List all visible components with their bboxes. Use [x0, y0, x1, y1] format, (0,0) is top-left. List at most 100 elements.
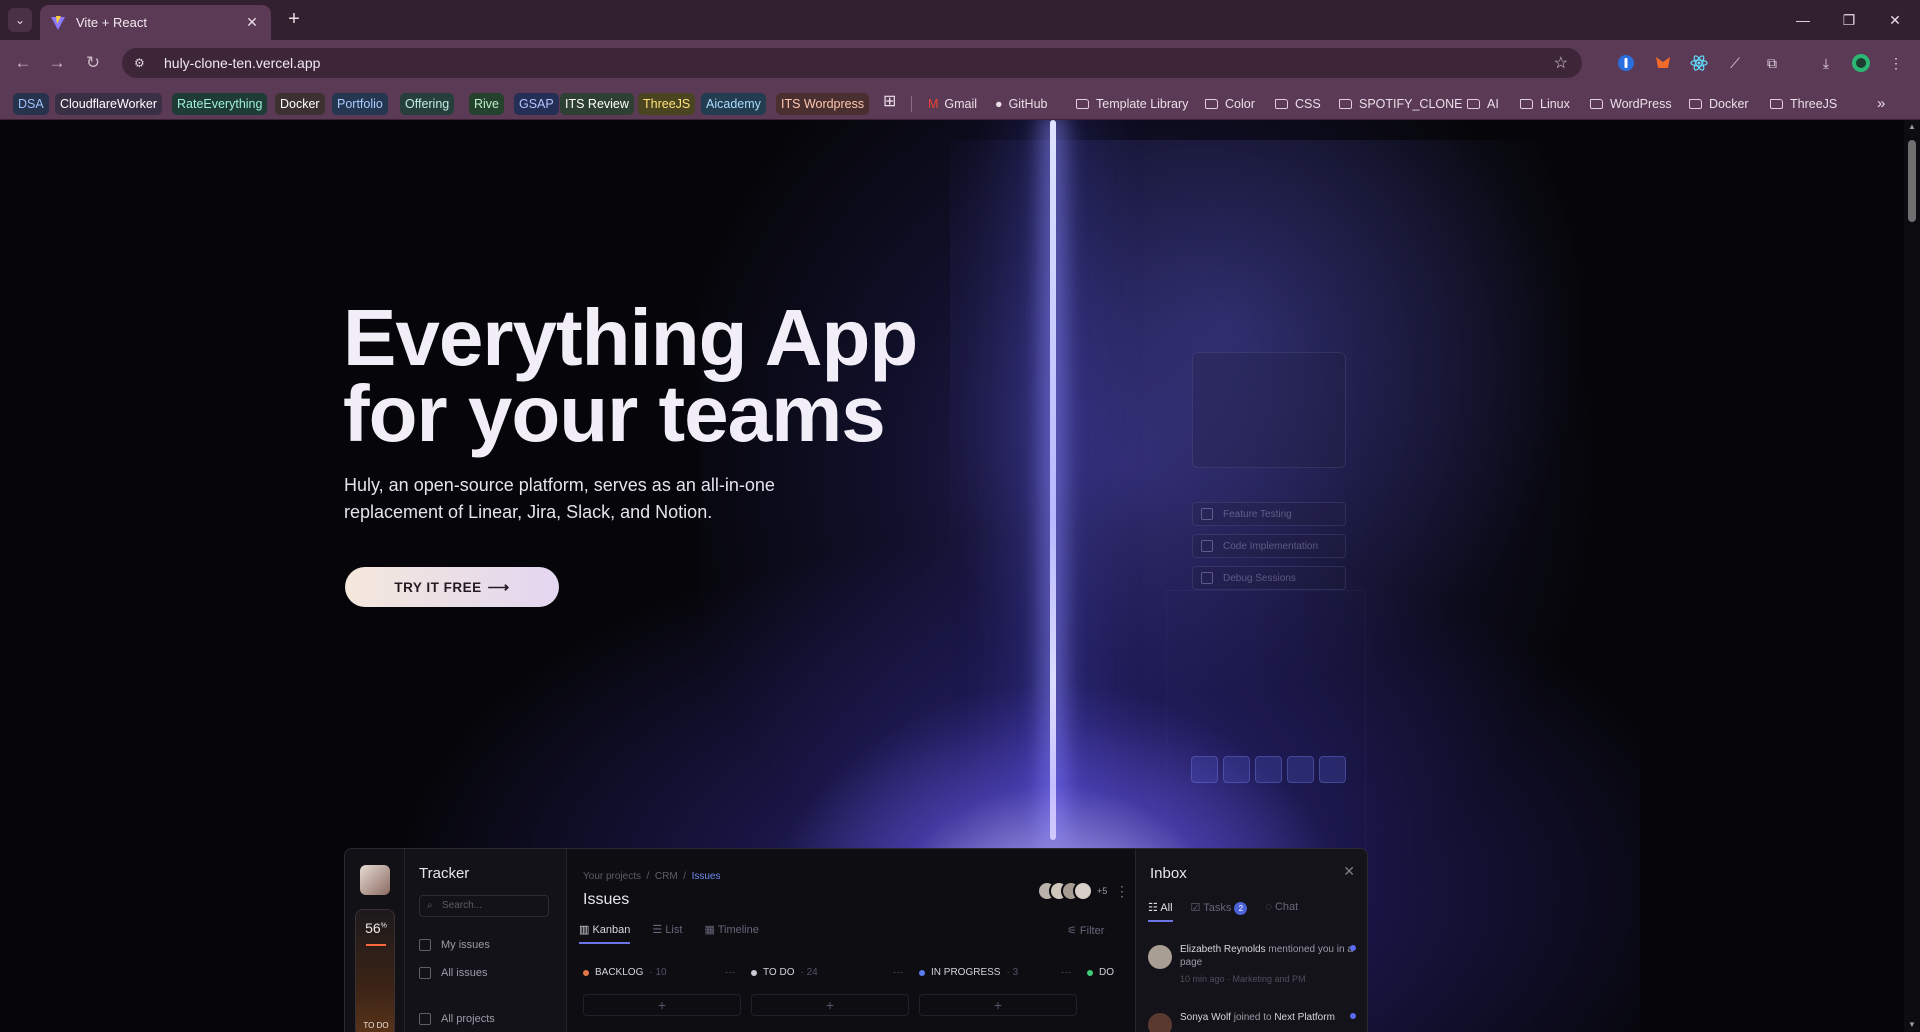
scrollbar-thumb[interactable] — [1908, 140, 1916, 222]
inbox-title: Inbox — [1150, 865, 1187, 882]
inbox-message[interactable]: Sonya Wolf joined to Next Platform — [1148, 1011, 1360, 1032]
bookmark-chip[interactable]: Docker — [275, 93, 325, 115]
nav-item-my-issues[interactable]: My issues — [419, 939, 490, 951]
window-close-icon[interactable]: ✕ — [1872, 0, 1918, 40]
tab-label: List — [665, 924, 683, 936]
bookmarks-bar: ⊞ M Gmail ● GitHub Template Library Color … — [0, 86, 1920, 120]
bookmark-chip[interactable]: ThreeJS — [638, 93, 696, 115]
progress-value: 56% — [356, 920, 396, 936]
tab-timeline[interactable]: ▦ Timeline — [704, 923, 758, 944]
try-it-free-button[interactable]: TRY IT FREE ⟶ — [345, 567, 559, 607]
back-icon[interactable]: ← — [10, 50, 36, 76]
folder-icon — [1689, 99, 1702, 109]
bookmark-chip[interactable]: RateEverything — [172, 93, 268, 115]
bookmark-chip[interactable]: CloudflareWorker — [55, 93, 163, 115]
nav-item-all-issues[interactable]: All issues — [419, 967, 487, 979]
bookmark-folder-spotify-clone[interactable]: SPOTIFY_CLONE — [1334, 93, 1468, 115]
more-options-icon[interactable]: ⋮ — [1115, 883, 1129, 900]
restore-icon[interactable]: ❐ — [1826, 0, 1872, 40]
bookmark-chip[interactable]: ITS Wordpress — [776, 93, 870, 115]
minimize-icon[interactable]: — — [1780, 0, 1826, 40]
profile-avatar-icon[interactable] — [1849, 51, 1873, 75]
nav-item-all-projects[interactable]: All projects — [419, 1013, 495, 1025]
avatar-stack[interactable]: +5 — [1037, 881, 1107, 901]
apps-grid-icon[interactable]: ⊞ — [878, 91, 901, 113]
site-settings-icon[interactable]: ⚙ — [134, 56, 152, 70]
breadcrumb-item-current: Issues — [691, 871, 721, 882]
extensions-puzzle-icon[interactable]: ⧉ — [1760, 51, 1784, 75]
bookmark-folder-wordpress[interactable]: WordPress — [1585, 93, 1677, 115]
tracker-title: Tracker — [419, 865, 470, 882]
password-manager-icon[interactable] — [1614, 51, 1638, 75]
decorative-icon — [1223, 756, 1250, 783]
feather-extension-icon[interactable]: ⟋ — [1723, 51, 1747, 75]
page-scrollbar[interactable]: ▲ ▼ — [1904, 120, 1920, 1032]
tab-close-icon[interactable]: ✕ — [243, 14, 261, 31]
new-tab-button[interactable]: + — [282, 8, 306, 32]
bookmark-github[interactable]: ● GitHub — [990, 93, 1052, 115]
breadcrumb-item[interactable]: CRM — [655, 871, 678, 882]
column-menu-icon[interactable]: ··· — [893, 967, 903, 978]
forward-icon[interactable]: → — [44, 50, 70, 76]
bookmarks-overflow-icon[interactable]: » — [1872, 93, 1890, 115]
bookmark-folder-css[interactable]: CSS — [1270, 93, 1326, 115]
bookmark-gmail[interactable]: M Gmail — [923, 93, 982, 115]
issues-board: Your projects / CRM / Issues Issues +5 ⋮… — [567, 849, 1135, 1032]
progress-unit: % — [380, 922, 387, 930]
folder-icon — [419, 939, 431, 951]
bookmark-chip[interactable]: ITS Review — [560, 93, 634, 115]
reload-icon[interactable]: ↻ — [80, 50, 106, 76]
bookmark-star-icon[interactable]: ☆ — [1554, 53, 1568, 73]
bookmark-folder-docker[interactable]: Docker — [1684, 93, 1754, 115]
fox-extension-icon[interactable] — [1651, 51, 1675, 75]
tab-all[interactable]: ☷ All — [1148, 901, 1173, 922]
tab-label: Tasks — [1203, 902, 1232, 914]
bookmark-folder-threejs[interactable]: ThreeJS — [1765, 93, 1842, 115]
tab-list[interactable]: ☰ List — [652, 923, 682, 944]
tab-search-chevron-icon[interactable]: ⌄ — [8, 8, 32, 32]
folder-icon — [1275, 99, 1288, 109]
bookmark-label: ThreeJS — [1790, 97, 1838, 111]
bookmark-folder-linux[interactable]: Linux — [1515, 93, 1575, 115]
bookmark-chip[interactable]: Aicademy — [701, 93, 766, 115]
column-menu-icon[interactable]: ··· — [725, 967, 735, 978]
tab-kanban[interactable]: ▥ Kanban — [579, 923, 631, 944]
bookmark-chip[interactable]: Offering — [400, 93, 455, 115]
column-name: IN PROGRESS — [931, 967, 1001, 978]
scroll-up-icon[interactable]: ▲ — [1904, 120, 1920, 134]
downloads-icon[interactable]: ⤓ — [1814, 51, 1838, 75]
address-bar[interactable]: ⚙ huly-clone-ten.vercel.app ☆ — [122, 48, 1582, 78]
page-viewport: Everything App for your teams Huly, an o… — [0, 120, 1904, 1032]
tracker-search-input[interactable]: ⌕ Search... — [419, 895, 549, 917]
bookmark-folder-color[interactable]: Color — [1200, 93, 1260, 115]
bookmark-chip[interactable]: Portfolio — [332, 93, 388, 115]
bookmark-label: Color — [1225, 97, 1255, 111]
avatar — [1073, 881, 1093, 901]
bookmark-chip[interactable]: Rive — [469, 93, 505, 115]
add-issue-button[interactable]: + — [751, 994, 909, 1016]
react-devtools-icon[interactable] — [1687, 51, 1711, 75]
scroll-down-icon[interactable]: ▼ — [1904, 1018, 1920, 1032]
breadcrumb-item[interactable]: Your projects — [583, 871, 641, 882]
bookmark-chip[interactable]: DSA — [13, 93, 49, 115]
inbox-tabs: ☷ All ☑ Tasks 2 ◌ Chat — [1148, 901, 1298, 922]
bookmark-folder-template-library[interactable]: Template Library — [1071, 93, 1193, 115]
folder-icon — [1076, 99, 1089, 109]
tab-tasks[interactable]: ☑ Tasks 2 — [1191, 901, 1248, 922]
status-dot-icon — [751, 969, 757, 976]
inbox-message[interactable]: Elizabeth Reynolds mentioned you in a pa… — [1148, 943, 1360, 986]
bookmark-folder-ai[interactable]: AI — [1462, 93, 1504, 115]
column-count-value: 3 — [1012, 967, 1019, 978]
browser-menu-icon[interactable]: ⋮ — [1884, 51, 1908, 75]
column-menu-icon[interactable]: ··· — [1061, 967, 1071, 978]
bookmark-chip[interactable]: GSAP — [514, 93, 559, 115]
column-header-in-progress: IN PROGRESS · 3 ··· — [919, 967, 1087, 978]
tab-chat[interactable]: ◌ Chat — [1265, 901, 1298, 922]
filter-button[interactable]: ⚟ Filter — [1067, 924, 1104, 937]
add-issue-button[interactable]: + — [919, 994, 1077, 1016]
close-icon[interactable]: ✕ — [1343, 863, 1355, 880]
decorative-task-label: Code Implementation — [1223, 540, 1319, 552]
active-tab[interactable]: Vite + React ✕ — [40, 5, 271, 40]
add-issue-button[interactable]: + — [583, 994, 741, 1016]
inbox-panel: Inbox ✕ ☷ All ☑ Tasks 2 ◌ Chat Elizabeth … — [1135, 849, 1367, 1032]
